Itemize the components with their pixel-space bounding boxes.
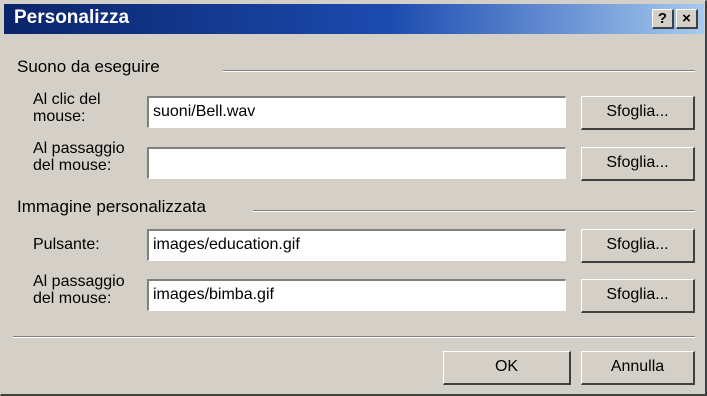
- customize-dialog: Personalizza ? × Suono da eseguire Al cl…: [0, 0, 707, 396]
- hover-sound-label-line1: Al passaggio: [33, 140, 125, 157]
- cancel-button[interactable]: Annulla: [581, 351, 695, 385]
- button-image-browse-button[interactable]: Sfoglia...: [581, 229, 695, 263]
- click-sound-label: Al clic del mouse:: [33, 91, 101, 125]
- hover-image-label-line1: Al passaggio: [33, 273, 125, 290]
- click-sound-label-line2: mouse:: [33, 108, 86, 125]
- sound-group-label: Suono da eseguire: [17, 57, 166, 77]
- title-bar[interactable]: Personalizza ? ×: [4, 4, 704, 34]
- hover-image-input[interactable]: images/bimba.gif: [147, 279, 566, 311]
- hover-image-label: Al passaggio del mouse:: [33, 273, 125, 307]
- button-image-input[interactable]: images/education.gif: [147, 229, 566, 261]
- image-group-line: [253, 210, 695, 212]
- close-button[interactable]: ×: [676, 9, 698, 29]
- hover-image-browse-button[interactable]: Sfoglia...: [581, 279, 695, 313]
- hover-sound-browse-button[interactable]: Sfoglia...: [581, 147, 695, 181]
- help-button[interactable]: ?: [652, 9, 674, 29]
- ok-button[interactable]: OK: [443, 351, 571, 385]
- hover-sound-input[interactable]: [147, 147, 566, 179]
- button-image-label: Pulsante:: [33, 236, 100, 253]
- sound-group-line: [223, 70, 695, 72]
- click-sound-input[interactable]: suoni/Bell.wav: [147, 96, 566, 128]
- hover-sound-label: Al passaggio del mouse:: [33, 140, 125, 174]
- image-group-label: Immagine personalizzata: [17, 197, 212, 217]
- footer-separator: [13, 336, 695, 338]
- hover-sound-label-line2: del mouse:: [33, 157, 112, 174]
- click-sound-label-line1: Al clic del: [33, 91, 101, 108]
- dialog-title: Personalizza: [14, 7, 130, 28]
- click-sound-browse-button[interactable]: Sfoglia...: [581, 96, 695, 130]
- hover-image-label-line2: del mouse:: [33, 290, 112, 307]
